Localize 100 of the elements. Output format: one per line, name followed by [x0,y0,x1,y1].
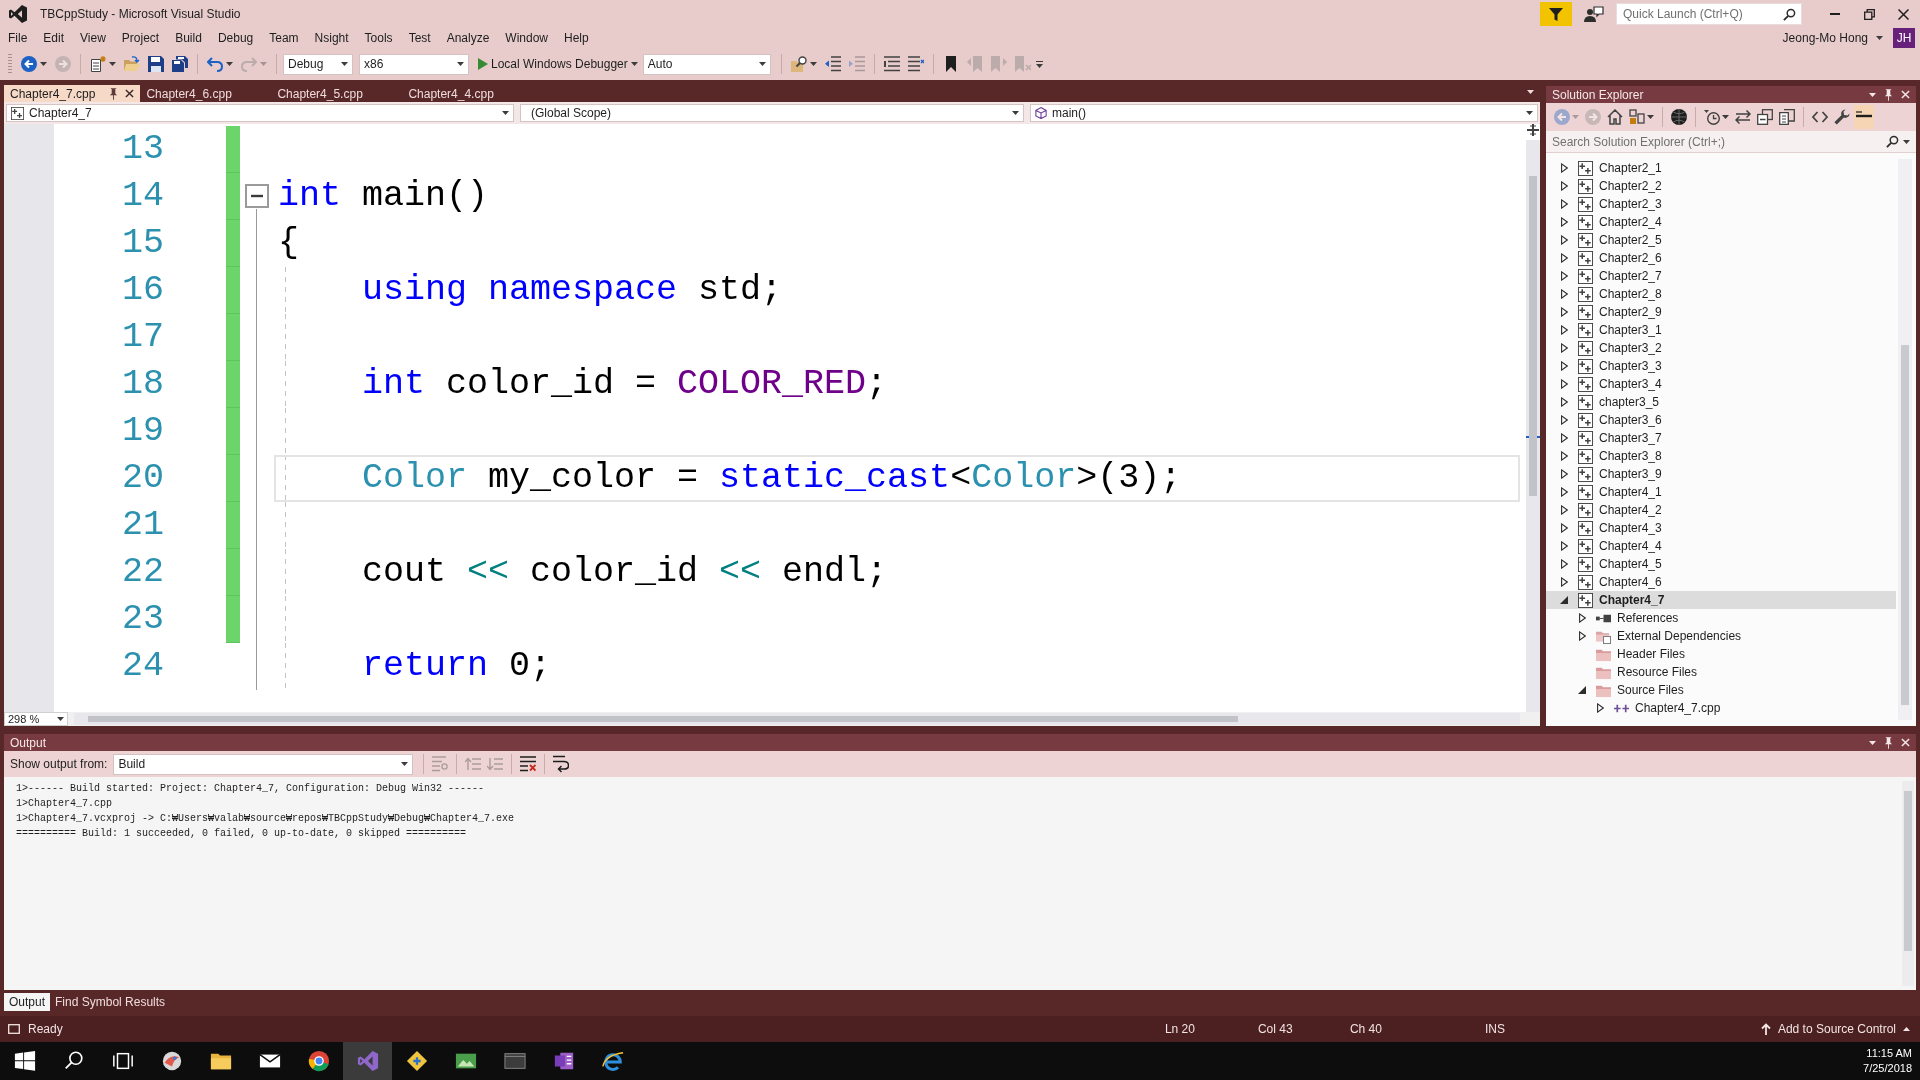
expand-arrow-icon[interactable] [1560,289,1568,299]
person-bubble-icon[interactable] [1584,5,1604,23]
tree-item[interactable]: Chapter3_3 [1546,357,1896,375]
document-tab[interactable]: Chapter4_6.cpp [140,85,272,102]
expand-arrow-icon[interactable] [1560,577,1568,587]
account-name[interactable]: Jeong-Mo Hong [1782,29,1868,47]
panel-tab[interactable]: Output [4,993,51,1011]
tree-item[interactable]: Header Files [1546,645,1896,663]
search-icon[interactable] [1886,135,1899,148]
filter-button[interactable] [1540,2,1572,26]
pin-icon[interactable] [1884,736,1893,749]
start-debugging-button[interactable]: Local Windows Debugger [475,52,641,76]
caret-icon[interactable] [1526,111,1533,115]
notebook-icon[interactable] [552,1050,575,1072]
expand-arrow-icon[interactable] [1560,469,1568,479]
caret-icon[interactable] [57,717,64,721]
collapse-arrow-icon[interactable] [1560,596,1568,604]
avatar[interactable]: JH [1893,28,1915,48]
scope-dropdown[interactable]: (Global Scope) [520,104,1024,122]
caret-icon[interactable] [1876,36,1883,40]
expand-arrow-icon[interactable] [1560,343,1568,353]
tree-item[interactable]: Chapter2_3 [1546,195,1896,213]
ring-logo-icon[interactable] [601,1050,624,1072]
member-dropdown[interactable]: main() [1030,104,1538,122]
document-tab[interactable]: Chapter4_5.cpp [271,85,403,102]
tree-item[interactable]: Chapter2_1 [1546,159,1896,177]
expand-arrow-icon[interactable] [1560,199,1568,209]
caret-icon[interactable] [1647,115,1654,119]
caret-icon[interactable] [40,62,47,66]
window-icon[interactable] [503,1050,526,1072]
vertical-scrollbar[interactable] [1526,140,1540,712]
pin-icon[interactable] [1884,88,1893,101]
tree-item[interactable]: Chapter4_7 [1546,591,1896,609]
new-project-icon[interactable] [90,56,106,72]
tree-item[interactable]: Chapter4_3 [1546,519,1896,537]
menu-item[interactable]: Analyze [438,28,498,48]
tree-item[interactable]: Chapter4_1 [1546,483,1896,501]
menu-item[interactable]: Nsight [306,28,357,48]
caret-icon[interactable] [109,62,116,66]
menu-item[interactable]: Test [400,28,439,48]
expand-arrow-icon[interactable] [1560,379,1568,389]
expand-arrow-icon[interactable] [1560,505,1568,515]
caret-icon[interactable] [1869,92,1876,97]
app-icon[interactable] [160,1050,183,1072]
diamond-icon[interactable] [405,1050,428,1072]
vertical-scrollbar[interactable] [1898,159,1912,720]
tree-item[interactable]: Chapter3_2 [1546,339,1896,357]
collapse-icon[interactable] [245,183,269,208]
project-dropdown[interactable]: Chapter4_7 [6,104,514,122]
tree-item[interactable]: Chapter3_8 [1546,447,1896,465]
switch-views-icon[interactable] [1629,109,1645,125]
search-icon[interactable] [62,1050,85,1072]
restore-icon[interactable] [1863,8,1875,20]
task-view-icon[interactable] [111,1050,134,1072]
split-icon[interactable] [1527,124,1539,136]
expand-arrow-icon[interactable] [1560,433,1568,443]
tree-item[interactable]: Chapter3_1 [1546,321,1896,339]
expand-arrow-icon[interactable] [1560,415,1568,425]
start-icon[interactable] [13,1050,36,1072]
caret-icon[interactable] [1722,115,1729,119]
expand-arrow-icon[interactable] [1560,271,1568,281]
configuration-dropdown[interactable]: Auto [642,53,771,75]
play-icon[interactable] [478,58,488,70]
expand-arrow-icon[interactable] [1560,253,1568,263]
panel-tab[interactable]: Find Symbol Results [50,993,171,1011]
expand-arrow-icon[interactable] [1560,361,1568,371]
tree-item[interactable]: Chapter2_6 [1546,249,1896,267]
menu-item[interactable]: Project [113,28,168,48]
expand-arrow-icon[interactable] [1578,613,1586,623]
expand-arrow-icon[interactable] [1560,523,1568,533]
tree-item[interactable]: Chapter2_5 [1546,231,1896,249]
expand-arrow-icon[interactable] [1560,325,1568,335]
search-field[interactable]: Search Solution Explorer (Ctrl+;) [1546,131,1882,152]
expand-arrow-icon[interactable] [1560,451,1568,461]
close-icon[interactable] [125,89,135,98]
funnel-icon[interactable] [1549,7,1563,21]
caret-icon[interactable] [341,62,348,66]
caret-icon[interactable] [401,762,409,766]
search-button[interactable] [1882,131,1916,152]
configuration-dropdown[interactable]: Debug [283,53,353,75]
caret-icon[interactable] [630,62,638,66]
source-control-button[interactable]: Add to Source Control [1754,1020,1920,1038]
tree-item[interactable]: Resource Files [1546,663,1896,681]
menu-item[interactable]: Tools [356,28,401,48]
tree-item[interactable]: Chapter2_8 [1546,285,1896,303]
tree-item[interactable]: References [1546,609,1896,627]
expand-arrow-icon[interactable] [1560,541,1568,551]
tree-item[interactable]: Chapter3_6 [1546,411,1896,429]
expand-arrow-icon[interactable] [1560,163,1568,173]
caret-icon[interactable] [1012,111,1019,115]
clock-icon[interactable] [1704,109,1720,125]
configuration-dropdown[interactable]: x86 [359,53,469,75]
back-icon[interactable] [21,56,37,72]
menu-item[interactable]: Team [261,28,307,48]
tree-item[interactable]: Chapter3_9 [1546,465,1896,483]
circle-logo-icon[interactable] [307,1050,330,1072]
ribbon-logo-icon[interactable] [356,1050,379,1072]
document-tab[interactable]: Chapter4_7.cpp [4,85,141,102]
expand-arrow-icon[interactable] [1596,703,1604,713]
caret-icon[interactable] [502,111,509,115]
